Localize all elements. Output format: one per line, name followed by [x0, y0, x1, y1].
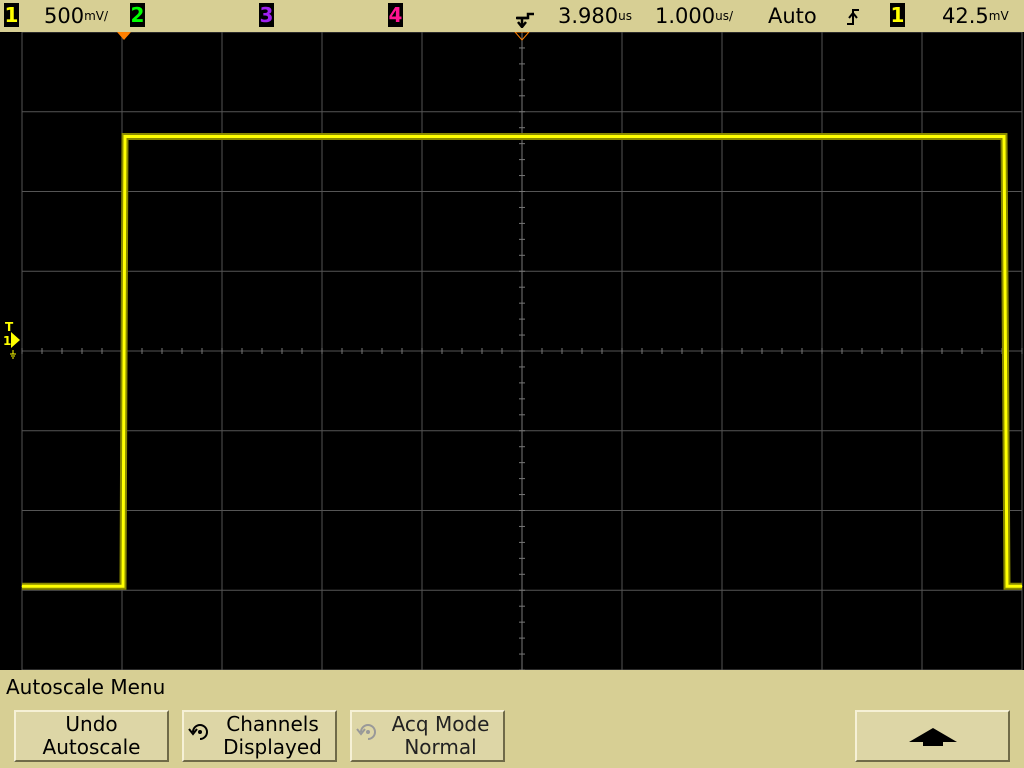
channel4-indicator[interactable]: 4 [388, 3, 403, 27]
trigger-level-unit: mV [988, 9, 1009, 23]
softkey2-line2: Displayed [223, 735, 322, 759]
channel1-indicator[interactable]: 1 [4, 3, 19, 27]
softkey3-line2: Normal [404, 735, 477, 759]
channel1-scale[interactable]: 500mV/ [44, 2, 108, 30]
softkey1-line2: Autoscale [42, 735, 141, 759]
acq-mode-button[interactable]: Acq Mode Normal [350, 710, 505, 762]
channel1-scale-value: 500 [44, 4, 85, 28]
channels-displayed-button[interactable]: Channels Displayed [182, 710, 337, 762]
rising-edge-icon [847, 9, 859, 25]
waveform-point [21, 585, 23, 587]
trigger-level-value: 42.5 [942, 4, 989, 28]
menu-up-button[interactable] [855, 710, 1010, 762]
menu-title: Autoscale Menu [6, 675, 166, 699]
trigger-level[interactable]: 42.5mV [942, 2, 1009, 30]
waveform-point [124, 136, 126, 137]
trigger-source-indicator[interactable]: 1 [890, 3, 905, 27]
channel2-indicator[interactable]: 2 [130, 3, 145, 27]
waveform-point [1006, 585, 1008, 587]
trigger-mode[interactable]: Auto [768, 2, 817, 30]
waveform-point [1021, 585, 1023, 587]
time-scale-value: 1.000 [655, 4, 716, 28]
waveform-display[interactable]: T 1 [0, 32, 1024, 670]
channel1-scale-unit: mV/ [84, 9, 109, 23]
waveform-point [122, 585, 124, 587]
waveform-point [1003, 136, 1005, 137]
softkey-menu: Autoscale Menu Undo Autoscale Channels D… [0, 670, 1024, 768]
rotate-knob-icon [188, 724, 208, 740]
status-bar: 1 500mV/ 2 3 4 3.980us 1.000us/ Auto 1 4… [0, 0, 1024, 32]
time-scale[interactable]: 1.000us/ [655, 2, 733, 30]
trigger-time-marker [117, 32, 131, 40]
up-arrow-icon [909, 728, 957, 746]
time-delay-unit: us [618, 9, 632, 23]
softkey2-line1: Channels [226, 712, 319, 736]
time-delay-value: 3.980 [558, 4, 619, 28]
channel1-marker-icon [10, 332, 20, 359]
time-delay[interactable]: 3.980us [558, 2, 632, 30]
channel3-indicator[interactable]: 3 [259, 3, 274, 27]
time-scale-unit: us/ [715, 9, 734, 23]
graticule [21, 32, 1023, 670]
trigger-position-icon [516, 12, 534, 28]
undo-autoscale-button[interactable]: Undo Autoscale [14, 710, 169, 762]
rotate-knob-icon [356, 724, 376, 740]
softkey3-line1: Acq Mode [391, 712, 490, 736]
softkey1-line1: Undo [65, 712, 118, 736]
